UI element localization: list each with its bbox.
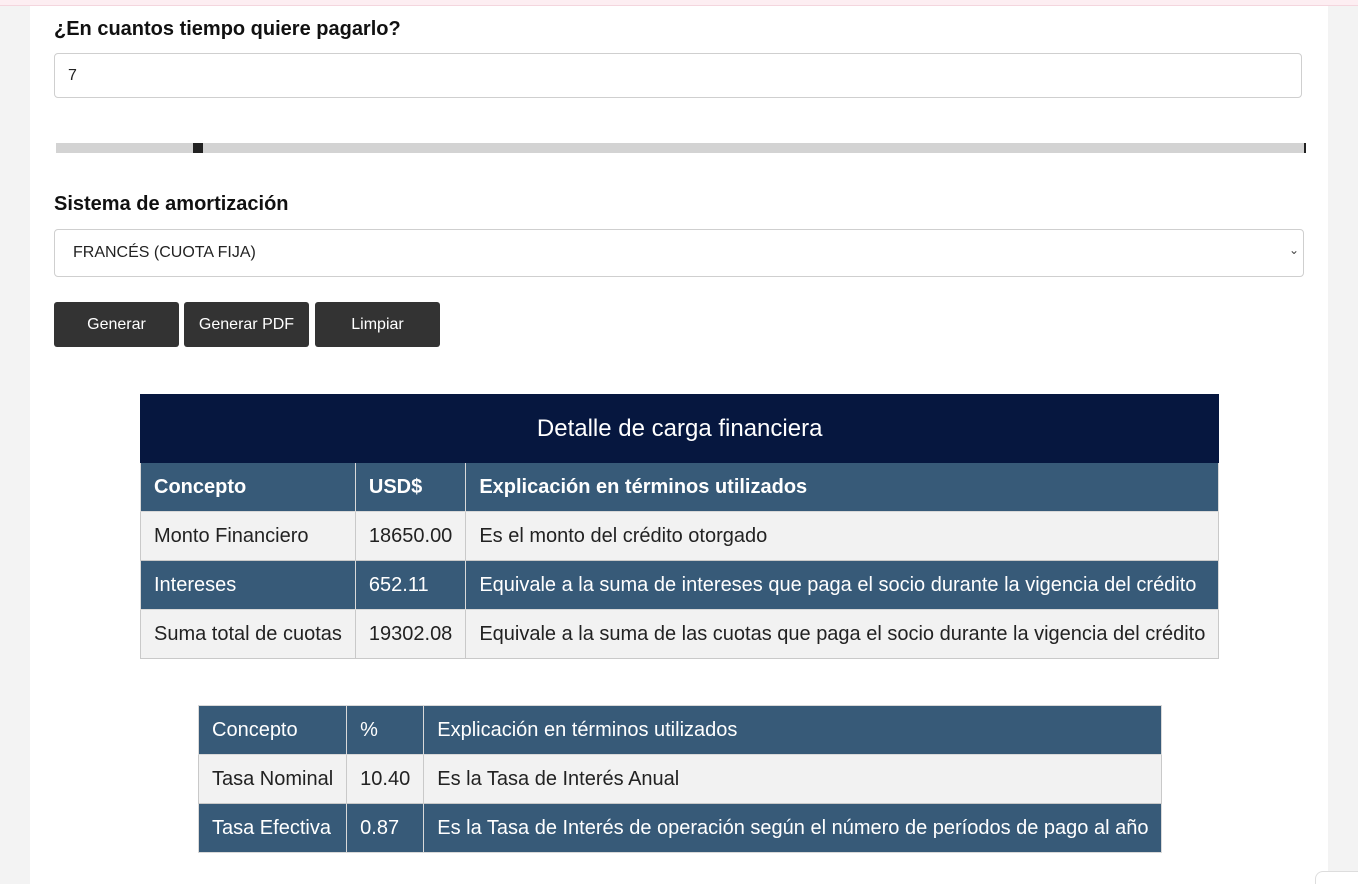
- table-row: Tasa Nominal 10.40 Es la Tasa de Interés…: [197, 754, 1163, 804]
- cell-explanation: Equivale a la suma de las cuotas que pag…: [465, 609, 1220, 659]
- header-usd: USD$: [354, 462, 467, 512]
- term-label: ¿En cuantos tiempo quiere pagarlo?: [54, 18, 401, 40]
- header-percent: %: [346, 705, 425, 755]
- header-concept: Concepto: [140, 462, 356, 512]
- cell-explanation: Equivale a la suma de intereses que paga…: [465, 560, 1220, 610]
- financial-detail-table: Detalle de carga financiera Concepto USD…: [139, 394, 1220, 659]
- header-concept: Concepto: [197, 705, 348, 755]
- amortization-label: Sistema de amortización: [54, 193, 289, 215]
- term-input[interactable]: [54, 53, 1302, 98]
- table-row: Intereses 652.11 Equivale a la suma de i…: [140, 560, 1220, 610]
- financial-table-title: Detalle de carga financiera: [139, 394, 1220, 463]
- table-row: Monto Financiero 18650.00 Es el monto de…: [140, 511, 1220, 561]
- header-explanation: Explicación en términos utilizados: [465, 462, 1220, 512]
- cell-amount: 19302.08: [354, 609, 467, 659]
- chevron-down-icon: ⌄: [1288, 243, 1299, 257]
- cell-concept: Suma total de cuotas: [140, 609, 356, 659]
- slider-thumb[interactable]: [193, 143, 204, 153]
- cell-rate: 0.87: [346, 803, 425, 853]
- cell-rate: 10.40: [346, 754, 425, 804]
- table-row: Suma total de cuotas 19302.08 Equivale a…: [140, 609, 1220, 659]
- generate-pdf-button[interactable]: Generar PDF: [184, 302, 309, 347]
- table-row: Tasa Efectiva 0.87 Es la Tasa de Interés…: [197, 803, 1163, 853]
- cell-concept: Tasa Nominal: [197, 754, 348, 804]
- header-explanation: Explicación en términos utilizados: [423, 705, 1163, 755]
- slider-end-marker: [1304, 143, 1306, 153]
- generate-button[interactable]: Generar: [54, 302, 179, 347]
- cell-amount: 18650.00: [354, 511, 467, 561]
- cell-explanation: Es la Tasa de Interés Anual: [423, 754, 1163, 804]
- cell-explanation: Es la Tasa de Interés de operación según…: [423, 803, 1163, 853]
- clear-button[interactable]: Limpiar: [315, 302, 440, 347]
- cell-concept: Intereses: [140, 560, 356, 610]
- cell-concept: Monto Financiero: [140, 511, 356, 561]
- corner-widget: [1315, 871, 1358, 884]
- cell-explanation: Es el monto del crédito otorgado: [465, 511, 1220, 561]
- amortization-selected-value: FRANCÉS (CUOTA FIJA): [73, 244, 256, 261]
- rates-table: Concepto % Explicación en términos utili…: [197, 705, 1163, 853]
- cell-concept: Tasa Efectiva: [197, 803, 348, 853]
- form-card: ¿En cuantos tiempo quiere pagarlo? Siste…: [30, 6, 1328, 884]
- term-slider[interactable]: [56, 143, 1306, 153]
- cell-amount: 652.11: [354, 560, 467, 610]
- amortization-select[interactable]: FRANCÉS (CUOTA FIJA) ⌄: [54, 229, 1304, 277]
- slider-track[interactable]: [56, 143, 1304, 153]
